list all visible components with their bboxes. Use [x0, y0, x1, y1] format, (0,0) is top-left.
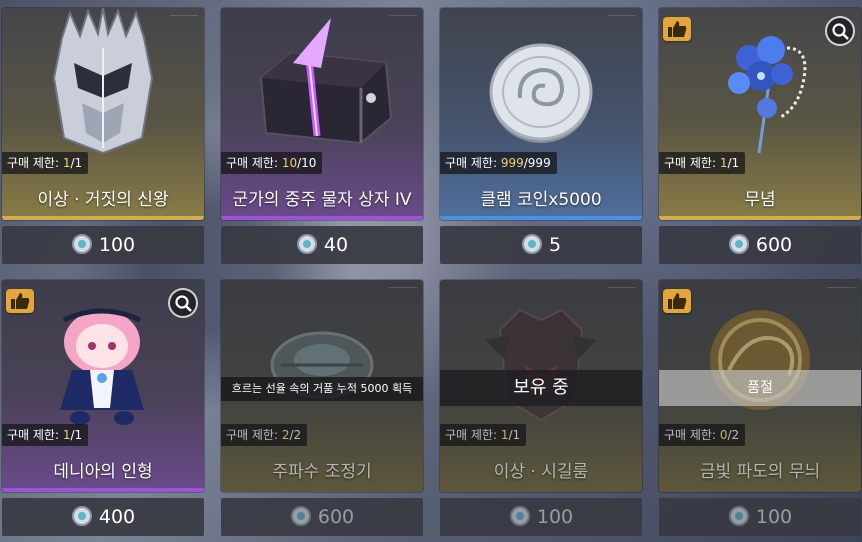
limit-label: 구매 제한: — [664, 428, 720, 442]
shop-item-card[interactable]: 구매 제한: 1/1 무념 — [659, 8, 861, 220]
price-value: 100 — [98, 234, 136, 256]
price-value: 100 — [755, 506, 793, 528]
limit-max: /1 — [508, 428, 521, 442]
price-value: 600 — [755, 234, 793, 256]
silver-shell-coin-icon — [489, 43, 593, 143]
limit-max: /10 — [297, 156, 317, 170]
unlock-condition-hint: 흐르는 선율 속의 거품 누적 5000 획득 — [221, 377, 423, 401]
zoom-preview-button[interactable] — [825, 16, 855, 46]
thumbs-up-icon — [668, 293, 687, 309]
shell-credit-coin-icon — [296, 233, 317, 254]
price-tag[interactable]: 5 — [440, 226, 642, 264]
price-tag[interactable]: 600 — [221, 498, 423, 536]
sold-out-banner: 품절 — [659, 370, 861, 406]
limit-max: /2 — [289, 428, 302, 442]
limit-max: /1 — [70, 156, 83, 170]
shell-credit-coin-icon — [728, 505, 749, 526]
item-name: 이상 · 거짓의 신왕 — [37, 190, 169, 210]
purple-supply-chest-icon — [259, 18, 393, 145]
shell-credit-coin-icon — [290, 505, 311, 526]
shop-item-card[interactable]: 구매 제한: 10/10 군가의 중주 물자 상자 IV — [221, 8, 423, 220]
limit-current: 999 — [500, 156, 524, 170]
thumbs-up-icon — [668, 21, 687, 37]
owned-banner: 보유 중 — [440, 370, 642, 406]
price-tag[interactable]: 40 — [221, 226, 423, 264]
limit-max: /1 — [70, 428, 83, 442]
limit-max: /999 — [523, 156, 551, 170]
limit-label: 구매 제한: — [664, 156, 720, 170]
purchase-limit: 구매 제한: 2/2 — [221, 424, 308, 446]
rarity-bar — [659, 216, 861, 220]
shop-item-card-owned[interactable]: 보유 중 구매 제한: 1/1 이상 · 시길룸 — [440, 280, 642, 492]
magnifier-icon — [175, 295, 192, 312]
shop-item-card[interactable]: 구매 제한: 1/1 데니아의 인형 — [2, 280, 204, 492]
limit-label: 구매 제한: — [226, 428, 282, 442]
limit-label: 구매 제한: — [445, 156, 501, 170]
rarity-bar — [221, 216, 423, 220]
dark-armored-mask-icon — [485, 308, 597, 422]
item-name: 이상 · 시길룸 — [493, 462, 589, 482]
rarity-bar — [2, 216, 204, 220]
magnifier-icon — [832, 23, 849, 40]
price-value: 40 — [323, 234, 349, 256]
item-name: 무념 — [744, 190, 776, 210]
limit-label: 구매 제한: — [7, 428, 63, 442]
price-value: 100 — [536, 506, 574, 528]
limit-max: /1 — [727, 156, 740, 170]
item-name: 군가의 중주 물자 상자 IV — [232, 190, 412, 210]
purchase-limit: 구매 제한: 999/999 — [440, 152, 557, 174]
price-value: 5 — [548, 234, 562, 256]
silver-crowned-helm-icon — [52, 8, 154, 155]
purchase-limit: 구매 제한: 1/1 — [659, 152, 746, 174]
shell-credit-coin-icon — [509, 505, 530, 526]
shop-item-card-locked[interactable]: 흐르는 선율 속의 거품 누적 5000 획득 구매 제한: 2/2 주파수 조… — [221, 280, 423, 492]
recommended-badge — [663, 17, 691, 41]
purchase-limit: 구매 제한: 1/1 — [2, 152, 89, 174]
price-value: 400 — [98, 506, 136, 528]
shell-credit-coin-icon — [71, 233, 92, 254]
recommended-badge — [663, 289, 691, 313]
shop-item-card[interactable]: 구매 제한: 999/999 클램 코인x5000 — [440, 8, 642, 220]
shell-credit-coin-icon — [71, 505, 92, 526]
frequency-tuner-icon — [270, 331, 374, 399]
price-tag[interactable]: 100 — [659, 498, 861, 536]
shell-credit-coin-icon — [521, 233, 542, 254]
limit-max: /2 — [727, 428, 740, 442]
limit-label: 구매 제한: — [226, 156, 282, 170]
purchase-limit: 구매 제한: 10/10 — [221, 152, 323, 174]
rarity-bar — [2, 488, 204, 492]
purchase-limit: 구매 제한: 1/1 — [440, 424, 527, 446]
item-name: 금빛 파도의 무늬 — [699, 462, 821, 482]
item-name: 데니아의 인형 — [53, 462, 153, 482]
rarity-bar — [440, 216, 642, 220]
limit-label: 구매 제한: — [7, 156, 63, 170]
price-tag[interactable]: 100 — [440, 498, 642, 536]
limit-current: 10 — [281, 156, 298, 170]
purchase-limit: 구매 제한: 1/1 — [2, 424, 89, 446]
zoom-preview-button[interactable] — [168, 288, 198, 318]
price-tag[interactable]: 100 — [2, 226, 204, 264]
price-tag[interactable]: 600 — [659, 226, 861, 264]
limit-label: 구매 제한: — [445, 428, 501, 442]
purchase-limit: 구매 제한: 0/2 — [659, 424, 746, 446]
card-decoration — [827, 287, 855, 291]
item-name: 주파수 조정기 — [272, 462, 372, 482]
shell-credit-coin-icon — [728, 233, 749, 254]
shop-item-card[interactable]: 구매 제한: 1/1 이상 · 거짓의 신왕 — [2, 8, 204, 220]
item-name: 클램 코인x5000 — [480, 190, 602, 210]
thumbs-up-icon — [11, 293, 30, 309]
price-value: 600 — [317, 506, 355, 528]
shop-item-card-sold-out[interactable]: 품절 구매 제한: 0/2 금빛 파도의 무늬 — [659, 280, 861, 492]
recommended-badge — [6, 289, 34, 313]
price-tag[interactable]: 400 — [2, 498, 204, 536]
